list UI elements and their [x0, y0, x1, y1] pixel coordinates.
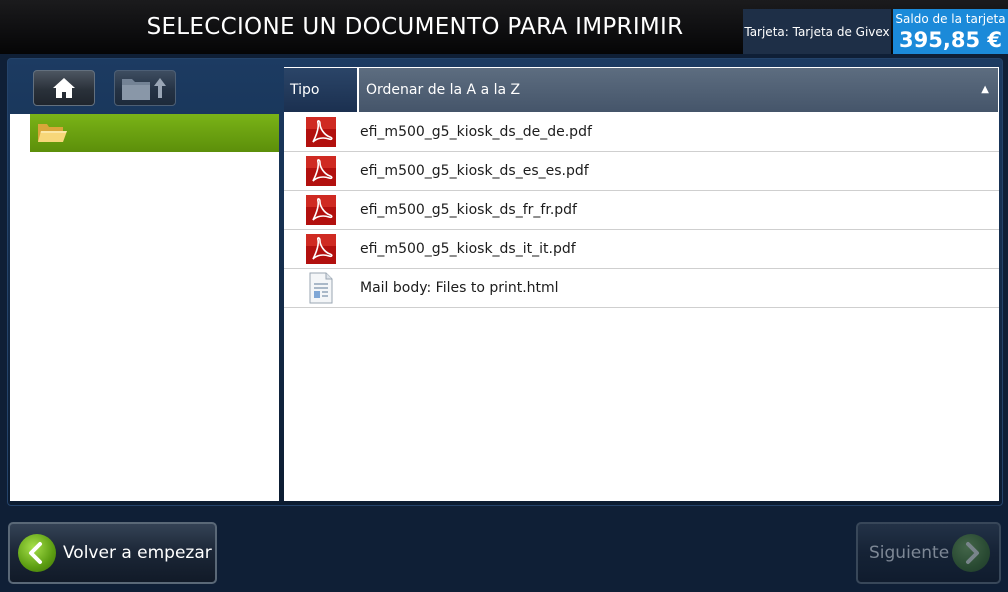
folder-tree-item-selected[interactable] — [30, 114, 279, 152]
sort-ascending-icon: ▲ — [981, 84, 989, 95]
pdf-icon — [306, 234, 336, 264]
file-row[interactable]: efi_m500_g5_kiosk_ds_fr_fr.pdf — [284, 191, 999, 230]
forward-arrow-icon — [952, 534, 990, 572]
home-button[interactable] — [33, 70, 95, 106]
card-balance-box: Saldo de la tarjeta 395,85 € — [893, 9, 1008, 54]
folder-up-button[interactable] — [114, 70, 176, 106]
file-name: efi_m500_g5_kiosk_ds_fr_fr.pdf — [360, 202, 577, 218]
file-name: efi_m500_g5_kiosk_ds_es_es.pdf — [360, 163, 589, 179]
balance-amount: 395,85 € — [899, 28, 1002, 52]
pdf-icon — [306, 156, 336, 186]
card-info: Tarjeta: Tarjeta de Givex — [743, 9, 891, 54]
pdf-icon — [306, 195, 336, 225]
folder-up-icon — [122, 78, 166, 100]
file-name: Mail body: Files to print.html — [360, 280, 559, 296]
balance-label: Saldo de la tarjeta — [895, 12, 1006, 26]
pdf-icon — [306, 117, 336, 147]
column-header-name-sort[interactable]: Ordenar de la A a la Z ▲ — [359, 68, 998, 112]
file-name: efi_m500_g5_kiosk_ds_it_it.pdf — [360, 241, 576, 257]
next-button[interactable]: Siguiente — [856, 522, 1001, 584]
next-label: Siguiente — [869, 543, 950, 563]
page-title: SELECCIONE UN DOCUMENTO PARA IMPRIMIR — [146, 14, 684, 40]
html-document-icon — [309, 272, 333, 304]
back-arrow-icon — [18, 534, 56, 572]
file-list: Tipo Ordenar de la A a la Z ▲ efi_m500_g… — [284, 67, 999, 501]
open-folder-icon — [38, 124, 67, 142]
file-name: efi_m500_g5_kiosk_ds_de_de.pdf — [360, 124, 592, 140]
sort-label: Ordenar de la A a la Z — [366, 82, 521, 98]
file-row[interactable]: Mail body: Files to print.html — [284, 269, 999, 308]
home-icon — [53, 78, 75, 98]
restart-label: Volver a empezar — [63, 543, 212, 563]
file-rows: efi_m500_g5_kiosk_ds_de_de.pdf efi_m500_… — [284, 113, 999, 308]
folder-tree — [10, 114, 279, 501]
file-row[interactable]: efi_m500_g5_kiosk_ds_de_de.pdf — [284, 113, 999, 152]
restart-button[interactable]: Volver a empezar — [8, 522, 217, 584]
column-header-type[interactable]: Tipo — [284, 68, 357, 112]
file-row[interactable]: efi_m500_g5_kiosk_ds_es_es.pdf — [284, 152, 999, 191]
file-row[interactable]: efi_m500_g5_kiosk_ds_it_it.pdf — [284, 230, 999, 269]
header-bar: SELECCIONE UN DOCUMENTO PARA IMPRIMIR Ta… — [0, 0, 1008, 54]
document-browser: Tipo Ordenar de la A a la Z ▲ efi_m500_g… — [7, 58, 1003, 506]
